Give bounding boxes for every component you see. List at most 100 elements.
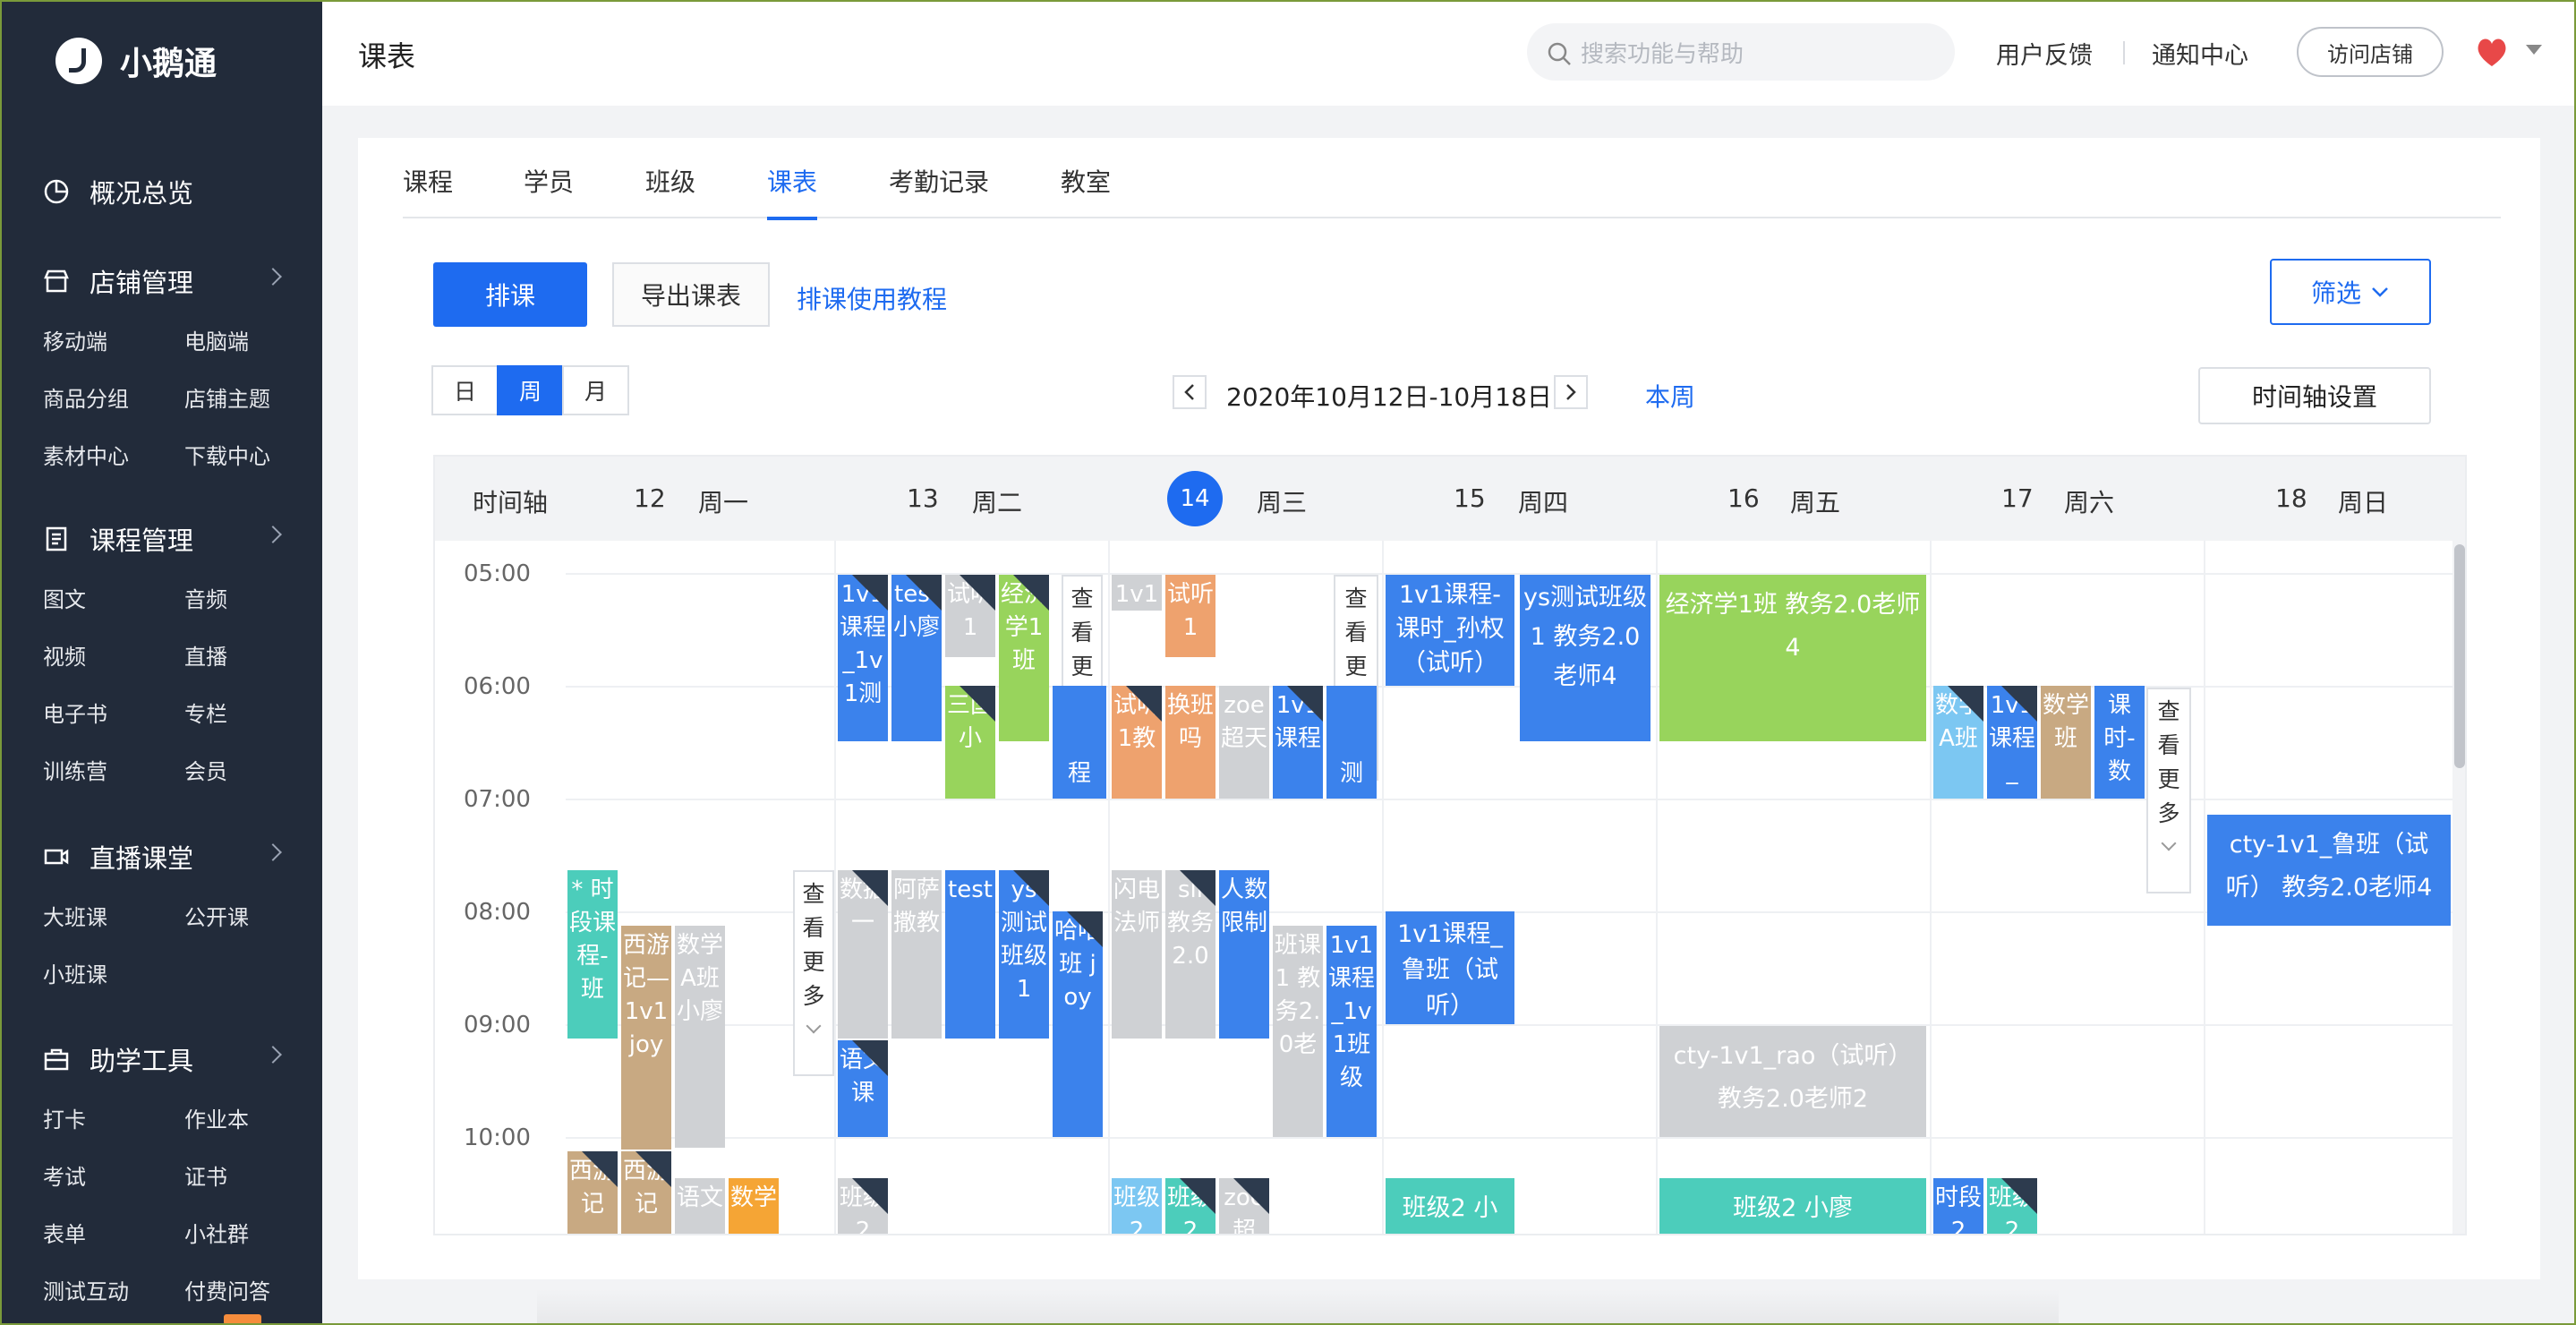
nav-item-checkin[interactable]: 打卡 bbox=[43, 1091, 184, 1149]
event-block[interactable]: 班级2 bbox=[838, 1178, 888, 1234]
this-week-link[interactable]: 本周 bbox=[1645, 378, 1695, 414]
event-block[interactable]: 班级2 bbox=[1165, 1178, 1215, 1234]
nav-item-article[interactable]: 图文 bbox=[43, 571, 184, 628]
event-block[interactable]: 1v1课程-课时_孙权（试听） bbox=[1386, 575, 1514, 686]
user-feedback-link[interactable]: 用户反馈 bbox=[1996, 36, 2093, 71]
view-more-button[interactable]: 查看更多 bbox=[2146, 688, 2191, 893]
event-block[interactable]: 1v1课程 bbox=[1273, 686, 1323, 799]
nav-item-pc[interactable]: 电脑端 bbox=[184, 313, 326, 371]
nav-item-small-class[interactable]: 小班课 bbox=[43, 946, 184, 1004]
nav-item-materials[interactable]: 素材中心 bbox=[43, 428, 184, 485]
event-block[interactable]: 阿萨撒教 bbox=[891, 870, 942, 1039]
event-block[interactable]: 数学A班 bbox=[1933, 686, 1983, 799]
event-block[interactable]: cty-1v1_鲁班（试听） 教务2.0老师4 bbox=[2207, 815, 2451, 926]
event-block[interactable]: 经济学1班 教务2.0老师4 bbox=[1659, 575, 1926, 741]
event-block[interactable]: 经济学1班 bbox=[999, 575, 1049, 741]
event-block[interactable]: * 时段课程-班 bbox=[567, 870, 618, 1039]
nav-item-camp[interactable]: 训练营 bbox=[43, 743, 184, 800]
event-block[interactable]: 人数限制 bbox=[1219, 870, 1269, 1039]
event-block[interactable]: 时段2 bbox=[1933, 1178, 1983, 1234]
nav-item-ebook[interactable]: 电子书 bbox=[43, 686, 184, 743]
nav-item-member[interactable]: 会员 bbox=[184, 743, 326, 800]
timeline-settings-button[interactable]: 时间轴设置 bbox=[2198, 367, 2431, 424]
event-block[interactable]: 语文 bbox=[675, 1178, 725, 1234]
nav-item-open-class[interactable]: 公开课 bbox=[184, 889, 326, 946]
nav-item-exam[interactable]: 考试 bbox=[43, 1149, 184, 1206]
notification-center-link[interactable]: 通知中心 bbox=[2152, 36, 2248, 71]
view-week-button[interactable]: 周 bbox=[497, 365, 564, 415]
visit-store-button[interactable]: 访问店铺 bbox=[2297, 27, 2444, 77]
event-block[interactable]: 1v1课程_1v1测 bbox=[838, 575, 888, 741]
event-block[interactable]: 班级2 bbox=[1987, 1178, 2037, 1234]
nav-store-management[interactable]: 店铺管理 bbox=[0, 256, 322, 306]
event-block[interactable]: 1v1课程_鲁班（试听） bbox=[1386, 911, 1514, 1024]
event-block[interactable]: 数学A班 小廖 bbox=[675, 926, 725, 1148]
tutorial-link[interactable]: 排课使用教程 bbox=[797, 280, 947, 316]
event-block[interactable]: 1v1 bbox=[1112, 575, 1162, 611]
nav-item-big-class[interactable]: 大班课 bbox=[43, 889, 184, 946]
nav-item-mobile[interactable]: 移动端 bbox=[43, 313, 184, 371]
nav-item-downloads[interactable]: 下载中心 bbox=[184, 428, 326, 485]
event-block[interactable]: 换班吗 bbox=[1165, 686, 1215, 799]
tab-attendance[interactable]: 考勤记录 bbox=[889, 163, 989, 218]
event-block[interactable]: test小廖 bbox=[891, 575, 942, 741]
event-block[interactable]: 数据一 bbox=[838, 870, 888, 1039]
export-schedule-button[interactable]: 导出课表 bbox=[612, 262, 770, 327]
event-block[interactable]: 西游记—1v1 joy bbox=[621, 926, 671, 1150]
event-block[interactable]: 课时-数 bbox=[2094, 686, 2145, 799]
view-day-button[interactable]: 日 bbox=[431, 365, 499, 415]
event-block[interactable]: zoe超天 bbox=[1219, 686, 1269, 799]
event-block[interactable]: 班级2 小廖 bbox=[1659, 1178, 1926, 1234]
event-block[interactable]: zoe超 bbox=[1219, 1178, 1269, 1234]
nav-study-tools[interactable]: 助学工具 bbox=[0, 1034, 322, 1084]
event-block[interactable]: 班级2 小廖 bbox=[1386, 1178, 1514, 1234]
nav-overview[interactable]: 概况总览 bbox=[0, 167, 322, 217]
tab-classroom[interactable]: 教室 bbox=[1061, 163, 1111, 218]
nav-item-community[interactable]: 小社群 bbox=[184, 1206, 326, 1263]
event-block[interactable]: 班级2 bbox=[1112, 1178, 1162, 1234]
event-block[interactable]: 西游记 bbox=[567, 1151, 618, 1234]
event-block[interactable]: 哈哈班 joy bbox=[1053, 911, 1103, 1137]
tab-student[interactable]: 学员 bbox=[524, 163, 574, 218]
event-block[interactable]: 1v1课程_1v1班级 bbox=[1326, 926, 1377, 1137]
event-block[interactable]: 西游记 bbox=[621, 1151, 671, 1234]
event-block[interactable]: 三国小 bbox=[945, 686, 995, 799]
nav-item-audio[interactable]: 音频 bbox=[184, 571, 326, 628]
event-block[interactable]: 1v1课程_ bbox=[1987, 686, 2037, 799]
nav-live-classroom[interactable]: 直播课堂 bbox=[0, 832, 322, 882]
nav-item-goods-group[interactable]: 商品分组 bbox=[43, 371, 184, 428]
prev-week-button[interactable] bbox=[1173, 375, 1207, 409]
event-block[interactable]: 测 bbox=[1326, 686, 1377, 799]
view-month-button[interactable]: 月 bbox=[562, 365, 629, 415]
caret-down-icon[interactable] bbox=[2526, 45, 2542, 55]
event-block[interactable]: 数学班 bbox=[2041, 686, 2091, 799]
search-input[interactable]: 搜索功能与帮助 bbox=[1527, 23, 1955, 81]
event-block[interactable]: sli教务2.0 bbox=[1165, 870, 1215, 1039]
view-more-button[interactable]: 查看更多 bbox=[793, 870, 834, 1076]
event-block[interactable]: test bbox=[945, 870, 995, 1039]
event-block[interactable]: 班课1 教务2.0老 bbox=[1273, 926, 1323, 1137]
nav-item-certificate[interactable]: 证书 bbox=[184, 1149, 326, 1206]
event-block[interactable]: 程 bbox=[1053, 686, 1106, 799]
nav-item-form[interactable]: 表单 bbox=[43, 1206, 184, 1263]
next-week-button[interactable] bbox=[1554, 375, 1588, 409]
event-block[interactable]: 试听1教 bbox=[1112, 686, 1162, 799]
schedule-button[interactable]: 排课 bbox=[433, 262, 587, 327]
nav-item-homework[interactable]: 作业本 bbox=[184, 1091, 326, 1149]
calendar-scrollbar[interactable] bbox=[2452, 541, 2465, 1234]
event-block[interactable]: 数学 bbox=[729, 1178, 779, 1234]
scrollbar-thumb[interactable] bbox=[2454, 544, 2465, 768]
nav-item-store-theme[interactable]: 店铺主题 bbox=[184, 371, 326, 428]
nav-item-video[interactable]: 视频 bbox=[43, 628, 184, 686]
nav-item-paid-qa[interactable]: 付费问答 bbox=[184, 1263, 326, 1321]
tab-schedule[interactable]: 课表 bbox=[767, 163, 818, 220]
event-block[interactable]: ys测试班级1 教务2.0老师4 bbox=[1520, 575, 1651, 741]
tab-course[interactable]: 课程 bbox=[403, 163, 453, 218]
nav-item-quiz[interactable]: 测试互动 bbox=[43, 1263, 184, 1321]
nav-item-column[interactable]: 专栏 bbox=[184, 686, 326, 743]
avatar[interactable] bbox=[2472, 32, 2512, 72]
event-block[interactable]: 试听1 bbox=[1165, 575, 1215, 657]
event-block[interactable]: 语文课 bbox=[838, 1040, 888, 1137]
event-block[interactable]: cty-1v1_rao（试听） 教务2.0老师2 bbox=[1659, 1026, 1926, 1137]
event-block[interactable]: 闪电法师 bbox=[1112, 870, 1162, 1039]
